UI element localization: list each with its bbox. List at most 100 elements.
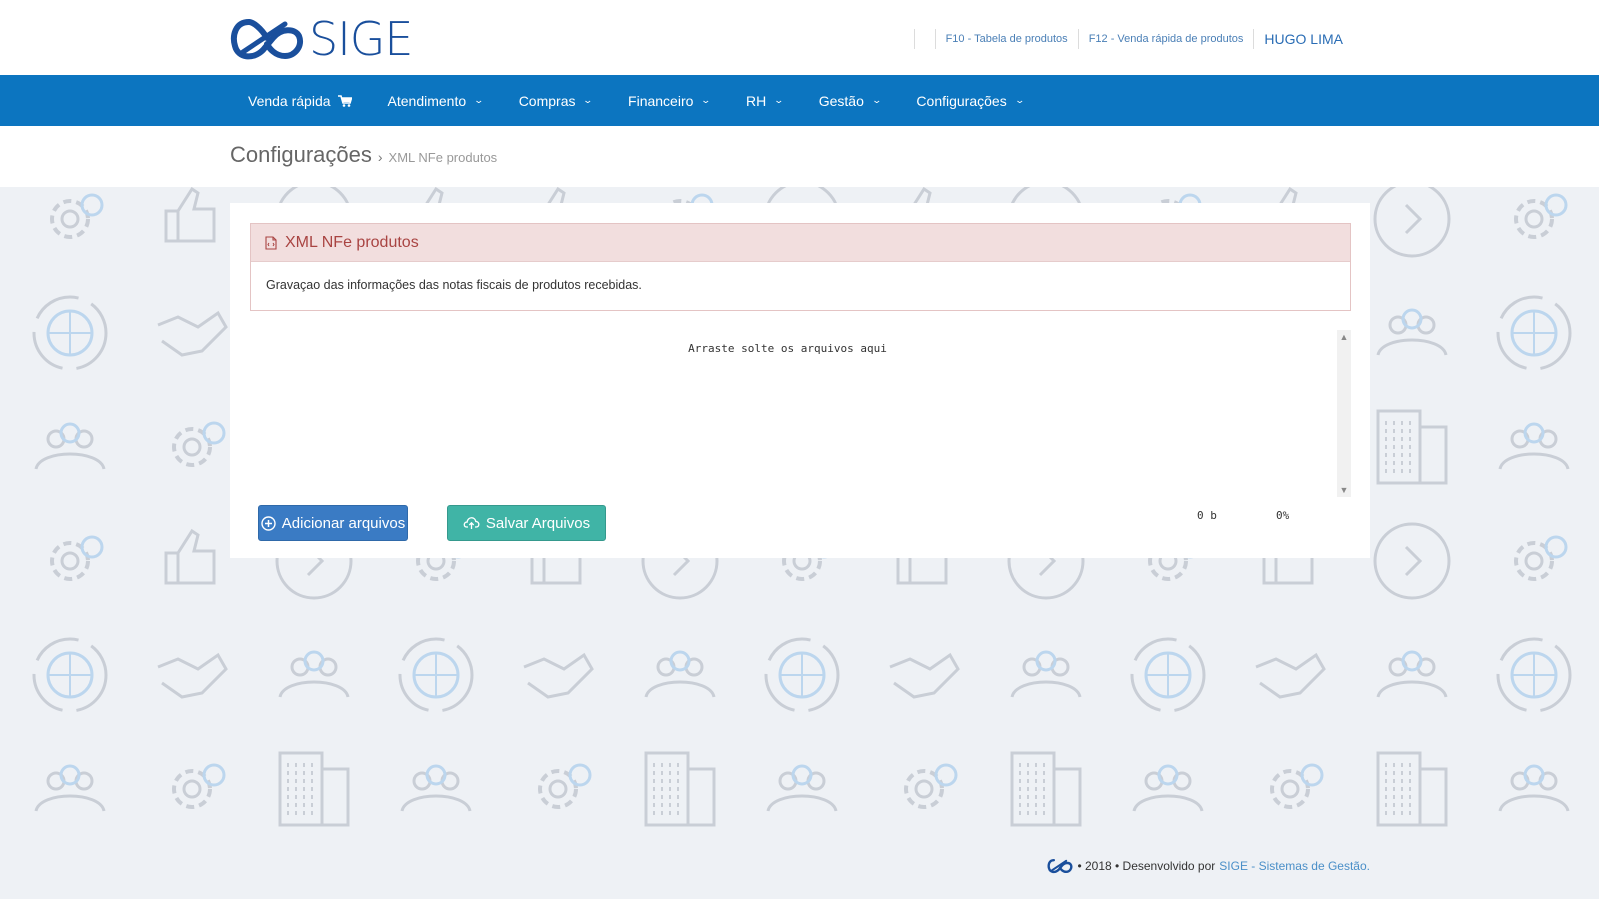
main-navbar: Venda rápida Atendimento ⌄ Compras ⌄ Fin…	[0, 75, 1599, 126]
background-decoration-icon	[1010, 751, 1082, 827]
divider	[934, 29, 936, 49]
background-decoration-icon	[50, 535, 104, 581]
background-decoration-icon	[172, 421, 226, 467]
nav-item-atendimento[interactable]: Atendimento ⌄	[370, 75, 501, 126]
footer-link[interactable]: SIGE - Sistemas de Gestão.	[1219, 859, 1370, 873]
background-decoration-icon	[1373, 522, 1451, 600]
dropzone-scrollbar[interactable]: ▲ ▼	[1337, 330, 1351, 497]
background-decoration-icon	[644, 650, 716, 698]
background-decoration-icon	[400, 764, 472, 812]
nav-item-label: Financeiro	[628, 92, 694, 109]
file-icon	[265, 235, 277, 250]
background-decoration-icon	[1130, 637, 1206, 713]
scroll-down-icon[interactable]: ▼	[1337, 483, 1351, 497]
background-decoration-icon	[172, 763, 226, 809]
nav-item-rh[interactable]: RH ⌄	[728, 75, 801, 126]
sige-logo-icon	[230, 19, 303, 60]
footer: • 2018 • Desenvolvido por SIGE - Sistema…	[1047, 858, 1370, 874]
background-decoration-icon	[538, 763, 592, 809]
chevron-down-icon: ⌄	[473, 95, 485, 105]
background-decoration-icon	[32, 637, 108, 713]
background-decoration-icon	[1376, 650, 1448, 698]
scroll-up-icon[interactable]: ▲	[1337, 330, 1351, 344]
divider	[1253, 29, 1255, 49]
main-panel: XML NFe produtos Gravaçao das informaçõe…	[230, 203, 1370, 558]
background-decoration-icon	[1010, 650, 1082, 698]
background-decoration-icon	[889, 652, 960, 699]
nav-item-compras[interactable]: Compras ⌄	[501, 75, 610, 126]
chevron-down-icon: ⌄	[582, 95, 594, 105]
background-decoration-icon	[157, 310, 228, 357]
total-size: 0 b	[1197, 509, 1217, 522]
user-menu[interactable]: HUGO LIMA	[1264, 31, 1343, 47]
breadcrumb-separator: ›	[377, 149, 383, 165]
nav-item-label: RH	[745, 92, 767, 109]
file-dropzone[interactable]: Arraste solte os arquivos aqui ▲ ▼	[250, 330, 1351, 497]
background-decoration-icon	[32, 295, 108, 371]
save-files-button[interactable]: Salvar Arquivos	[447, 505, 606, 541]
background-decoration-icon	[1496, 637, 1572, 713]
top-header: SIGE F10 - Tabela de produtos F12 - Vend…	[0, 0, 1599, 75]
panel-description: Gravaçao das informações das notas fisca…	[266, 278, 642, 292]
background-decoration-icon	[1376, 409, 1448, 485]
background-decoration-icon	[904, 763, 958, 809]
background-decoration-icon	[164, 187, 216, 243]
background-decoration-icon	[1376, 308, 1448, 356]
divider	[1077, 29, 1079, 49]
background-decoration-icon	[278, 650, 350, 698]
background-decoration-icon	[1132, 764, 1204, 812]
background-decoration-icon	[766, 764, 838, 812]
add-files-button[interactable]: Adicionar arquivos	[258, 505, 408, 541]
chevron-down-icon: ⌄	[1014, 95, 1025, 105]
background-decoration-icon	[1255, 652, 1326, 699]
save-files-label: Salvar Arquivos	[485, 514, 591, 532]
nav-item-financeiro[interactable]: Financeiro ⌄	[610, 75, 728, 126]
nav-item-venda-rapida[interactable]: Venda rápida	[230, 75, 370, 126]
divider	[913, 29, 915, 49]
logo-text: SIGE	[309, 12, 413, 66]
info-box: XML NFe produtos Gravaçao das informaçõe…	[250, 223, 1351, 311]
chevron-down-icon: ⌄	[773, 95, 785, 105]
upload-progress: 0%	[1276, 509, 1290, 522]
background-decoration-icon	[34, 422, 106, 470]
nav-item-label: Compras	[518, 92, 576, 109]
plus-circle-icon	[261, 515, 276, 531]
background-decoration-icon	[644, 751, 716, 827]
add-files-label: Adicionar arquivos	[281, 514, 406, 532]
background-decoration-icon	[523, 652, 594, 699]
sige-logo[interactable]: SIGE	[229, 12, 413, 66]
f12-quick-sale-link[interactable]: F12 - Venda rápida de produtos	[1089, 33, 1244, 45]
background-decoration-icon	[764, 637, 840, 713]
background-decoration-icon	[398, 637, 474, 713]
breadcrumb-page: XML NFe produtos	[388, 150, 498, 165]
dropzone-text: Arraste solte os arquivos aqui	[688, 342, 887, 355]
background-decoration-icon	[1373, 187, 1451, 258]
cart-icon	[337, 94, 352, 107]
nav-item-label: Venda rápida	[248, 92, 331, 109]
background-decoration-icon	[1270, 763, 1324, 809]
chevron-down-icon: ⌄	[700, 95, 712, 105]
footer-text: • 2018 • Desenvolvido por	[1077, 859, 1216, 873]
nav-item-label: Gestão	[818, 92, 864, 109]
breadcrumb: Configurações › XML NFe produtos	[0, 126, 1599, 187]
background-decoration-icon	[1514, 193, 1568, 239]
background-decoration-icon	[164, 528, 216, 585]
nav-item-label: Configurações	[916, 92, 1007, 109]
nav-item-label: Atendimento	[387, 92, 467, 109]
background-decoration-icon	[50, 193, 104, 239]
breadcrumb-section[interactable]: Configurações	[230, 142, 372, 168]
info-box-header: XML NFe produtos	[251, 224, 1350, 262]
chevron-down-icon: ⌄	[871, 95, 882, 105]
nav-item-gestao[interactable]: Gestão ⌄	[801, 75, 899, 126]
panel-title: XML NFe produtos	[285, 233, 419, 251]
top-links: F10 - Tabela de produtos F12 - Venda ráp…	[904, 28, 1343, 50]
background-decoration-icon	[1376, 751, 1448, 827]
nav-item-configuracoes[interactable]: Configurações ⌄	[898, 75, 1041, 126]
background-decoration-icon	[157, 652, 228, 699]
background-decoration-icon	[1498, 422, 1570, 470]
background-decoration-icon	[1498, 764, 1570, 812]
f10-product-table-link[interactable]: F10 - Tabela de produtos	[946, 33, 1068, 45]
background-decoration-icon	[34, 764, 106, 812]
cloud-upload-icon	[463, 517, 480, 529]
background-decoration-icon	[1496, 295, 1572, 371]
